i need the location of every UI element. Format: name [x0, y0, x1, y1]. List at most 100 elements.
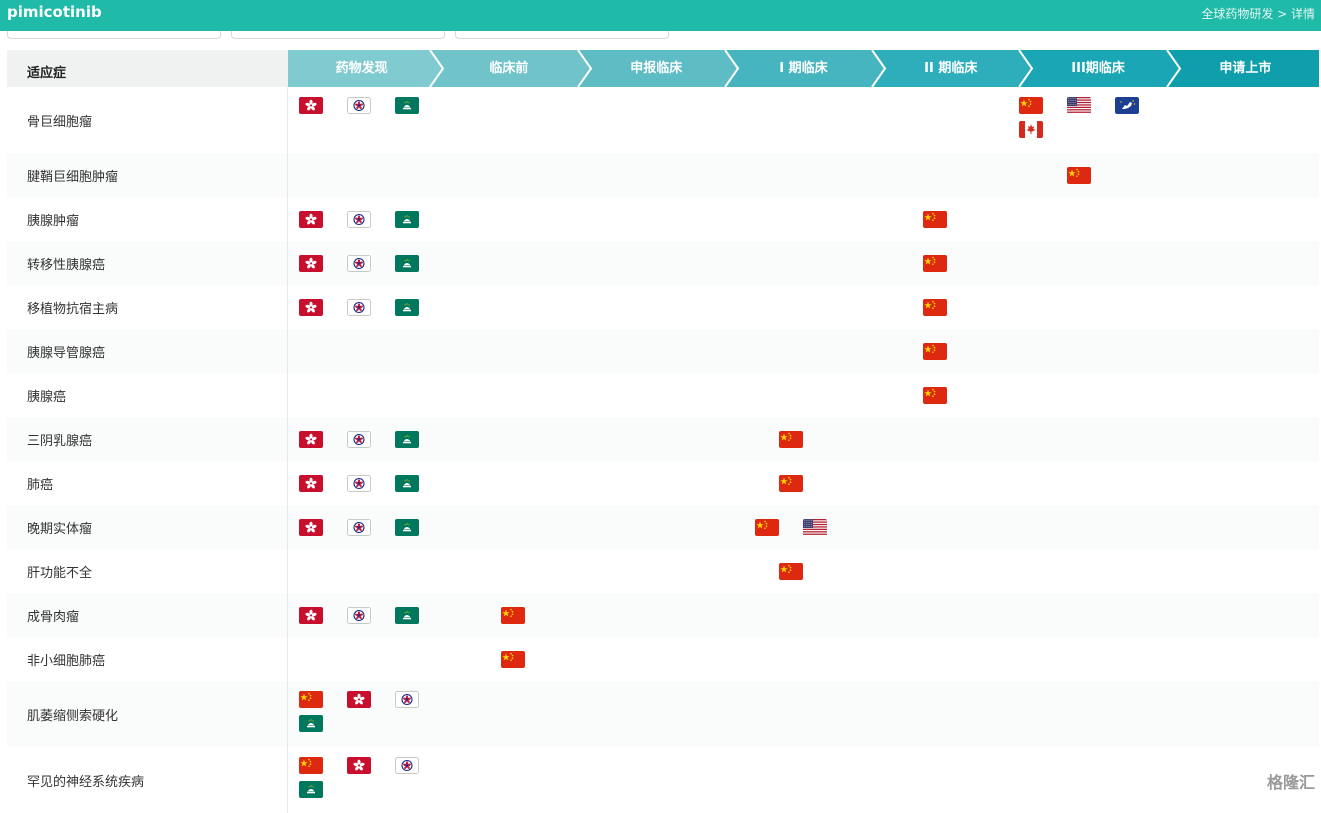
indication-cell: 胰腺导管腺癌	[7, 329, 288, 373]
indication-cell: 非小细胞肺癌	[7, 637, 288, 681]
macau-flag-icon[interactable]	[299, 715, 323, 732]
indication-header: 适应症	[7, 50, 288, 87]
indication-cell: 成骨肉瘤	[7, 593, 288, 637]
hong-kong-flag-icon[interactable]	[347, 691, 371, 708]
breadcrumb[interactable]: 全球药物研发 > 详情	[1201, 5, 1315, 22]
table-row[interactable]: 三阴乳腺癌	[7, 417, 1319, 461]
table-row[interactable]: 胰腺导管腺癌	[7, 329, 1319, 373]
phase-header-3: 申报临床	[583, 50, 730, 87]
china-flag-icon[interactable]	[755, 519, 779, 536]
macau-flag-icon[interactable]	[395, 255, 419, 272]
phase-chevron	[570, 50, 596, 87]
table-row[interactable]: 非小细胞肺癌	[7, 637, 1319, 681]
macau-flag-icon[interactable]	[395, 431, 419, 448]
phase-label: 药物发现	[336, 61, 388, 76]
macau-flag-icon[interactable]	[395, 475, 419, 492]
china-flag-icon[interactable]	[1067, 167, 1091, 184]
filter-select-1[interactable]	[7, 31, 221, 39]
hong-kong-flag-icon[interactable]	[299, 255, 323, 272]
phase-chevron	[1011, 50, 1037, 87]
filter-bar	[0, 31, 1321, 47]
china-flag-icon[interactable]	[779, 431, 803, 448]
europe-flag-icon[interactable]	[1115, 97, 1139, 114]
taiwan-flag-icon[interactable]	[347, 475, 371, 492]
china-flag-icon[interactable]	[923, 255, 947, 272]
china-flag-icon[interactable]	[299, 757, 323, 774]
taiwan-flag-icon[interactable]	[347, 299, 371, 316]
indication-cell: 胰腺癌	[7, 373, 288, 417]
hong-kong-flag-icon[interactable]	[299, 97, 323, 114]
indication-cell: 骨巨细胞瘤	[7, 87, 288, 153]
hong-kong-flag-icon[interactable]	[299, 519, 323, 536]
table-row[interactable]: 罕见的神经系统疾病	[7, 747, 1319, 813]
china-flag-icon[interactable]	[501, 651, 525, 668]
usa-flag-icon[interactable]	[803, 519, 827, 536]
canada-flag-icon[interactable]	[1019, 121, 1043, 138]
taiwan-flag-icon[interactable]	[347, 607, 371, 624]
taiwan-flag-icon[interactable]	[347, 255, 371, 272]
taiwan-flag-icon[interactable]	[347, 97, 371, 114]
indication-cell: 三阴乳腺癌	[7, 417, 288, 461]
macau-flag-icon[interactable]	[395, 607, 419, 624]
phase-chevron	[422, 50, 448, 87]
taiwan-flag-icon[interactable]	[347, 431, 371, 448]
table-row[interactable]: 胰腺癌	[7, 373, 1319, 417]
table-row[interactable]: 骨巨细胞瘤	[7, 87, 1319, 153]
indication-cell: 胰腺肿瘤	[7, 197, 288, 241]
taiwan-flag-icon[interactable]	[395, 691, 419, 708]
table-row[interactable]: 肺癌	[7, 461, 1319, 505]
china-flag-icon[interactable]	[779, 563, 803, 580]
table-row[interactable]: 腱鞘巨细胞肿瘤	[7, 153, 1319, 197]
table-row[interactable]: 肝功能不全	[7, 549, 1319, 593]
china-flag-icon[interactable]	[779, 475, 803, 492]
top-bar: pimicotinib 全球药物研发 > 详情	[0, 0, 1321, 31]
indication-cell: 晚期实体瘤	[7, 505, 288, 549]
phase-header-5: II 期临床	[877, 50, 1024, 87]
macau-flag-icon[interactable]	[395, 299, 419, 316]
table-header: 适应症 药物发现临床前申报临床I 期临床II 期临床III期临床申请上市	[7, 50, 1319, 87]
indication-cell: 腱鞘巨细胞肿瘤	[7, 153, 288, 197]
macau-flag-icon[interactable]	[395, 97, 419, 114]
phase-chevron	[717, 50, 743, 87]
hong-kong-flag-icon[interactable]	[299, 299, 323, 316]
phase-chevron	[864, 50, 890, 87]
hong-kong-flag-icon[interactable]	[299, 475, 323, 492]
phase-header-6: III期临床	[1024, 50, 1171, 87]
china-flag-icon[interactable]	[923, 387, 947, 404]
hong-kong-flag-icon[interactable]	[299, 431, 323, 448]
phase-label: II 期临床	[924, 61, 977, 76]
macau-flag-icon[interactable]	[395, 211, 419, 228]
china-flag-icon[interactable]	[299, 691, 323, 708]
taiwan-flag-icon[interactable]	[347, 211, 371, 228]
hong-kong-flag-icon[interactable]	[299, 607, 323, 624]
table-row[interactable]: 转移性胰腺癌	[7, 241, 1319, 285]
macau-flag-icon[interactable]	[395, 519, 419, 536]
hong-kong-flag-icon[interactable]	[299, 211, 323, 228]
usa-flag-icon[interactable]	[1067, 97, 1091, 114]
filter-select-3[interactable]	[455, 31, 669, 39]
table-row[interactable]: 移植物抗宿主病	[7, 285, 1319, 329]
table-row[interactable]: 胰腺肿瘤	[7, 197, 1319, 241]
macau-flag-icon[interactable]	[299, 781, 323, 798]
china-flag-icon[interactable]	[923, 299, 947, 316]
indication-cell: 移植物抗宿主病	[7, 285, 288, 329]
table-row[interactable]: 晚期实体瘤	[7, 505, 1319, 549]
phase-header-4: I 期临床	[730, 50, 877, 87]
phase-label: 申报临床	[630, 61, 682, 76]
hong-kong-flag-icon[interactable]	[347, 757, 371, 774]
taiwan-flag-icon[interactable]	[395, 757, 419, 774]
table-row[interactable]: 成骨肉瘤	[7, 593, 1319, 637]
china-flag-icon[interactable]	[1019, 97, 1043, 114]
filter-select-2[interactable]	[231, 31, 445, 39]
china-flag-icon[interactable]	[923, 211, 947, 228]
indication-cell: 肌萎缩侧索硬化	[7, 681, 288, 747]
indication-cell: 肝功能不全	[7, 549, 288, 593]
indication-cell: 肺癌	[7, 461, 288, 505]
table-row[interactable]: 肌萎缩侧索硬化	[7, 681, 1319, 747]
indication-cell: 转移性胰腺癌	[7, 241, 288, 285]
phase-header-1: 药物发现	[288, 50, 435, 87]
phase-label: 临床前	[489, 61, 528, 76]
china-flag-icon[interactable]	[501, 607, 525, 624]
taiwan-flag-icon[interactable]	[347, 519, 371, 536]
china-flag-icon[interactable]	[923, 343, 947, 360]
